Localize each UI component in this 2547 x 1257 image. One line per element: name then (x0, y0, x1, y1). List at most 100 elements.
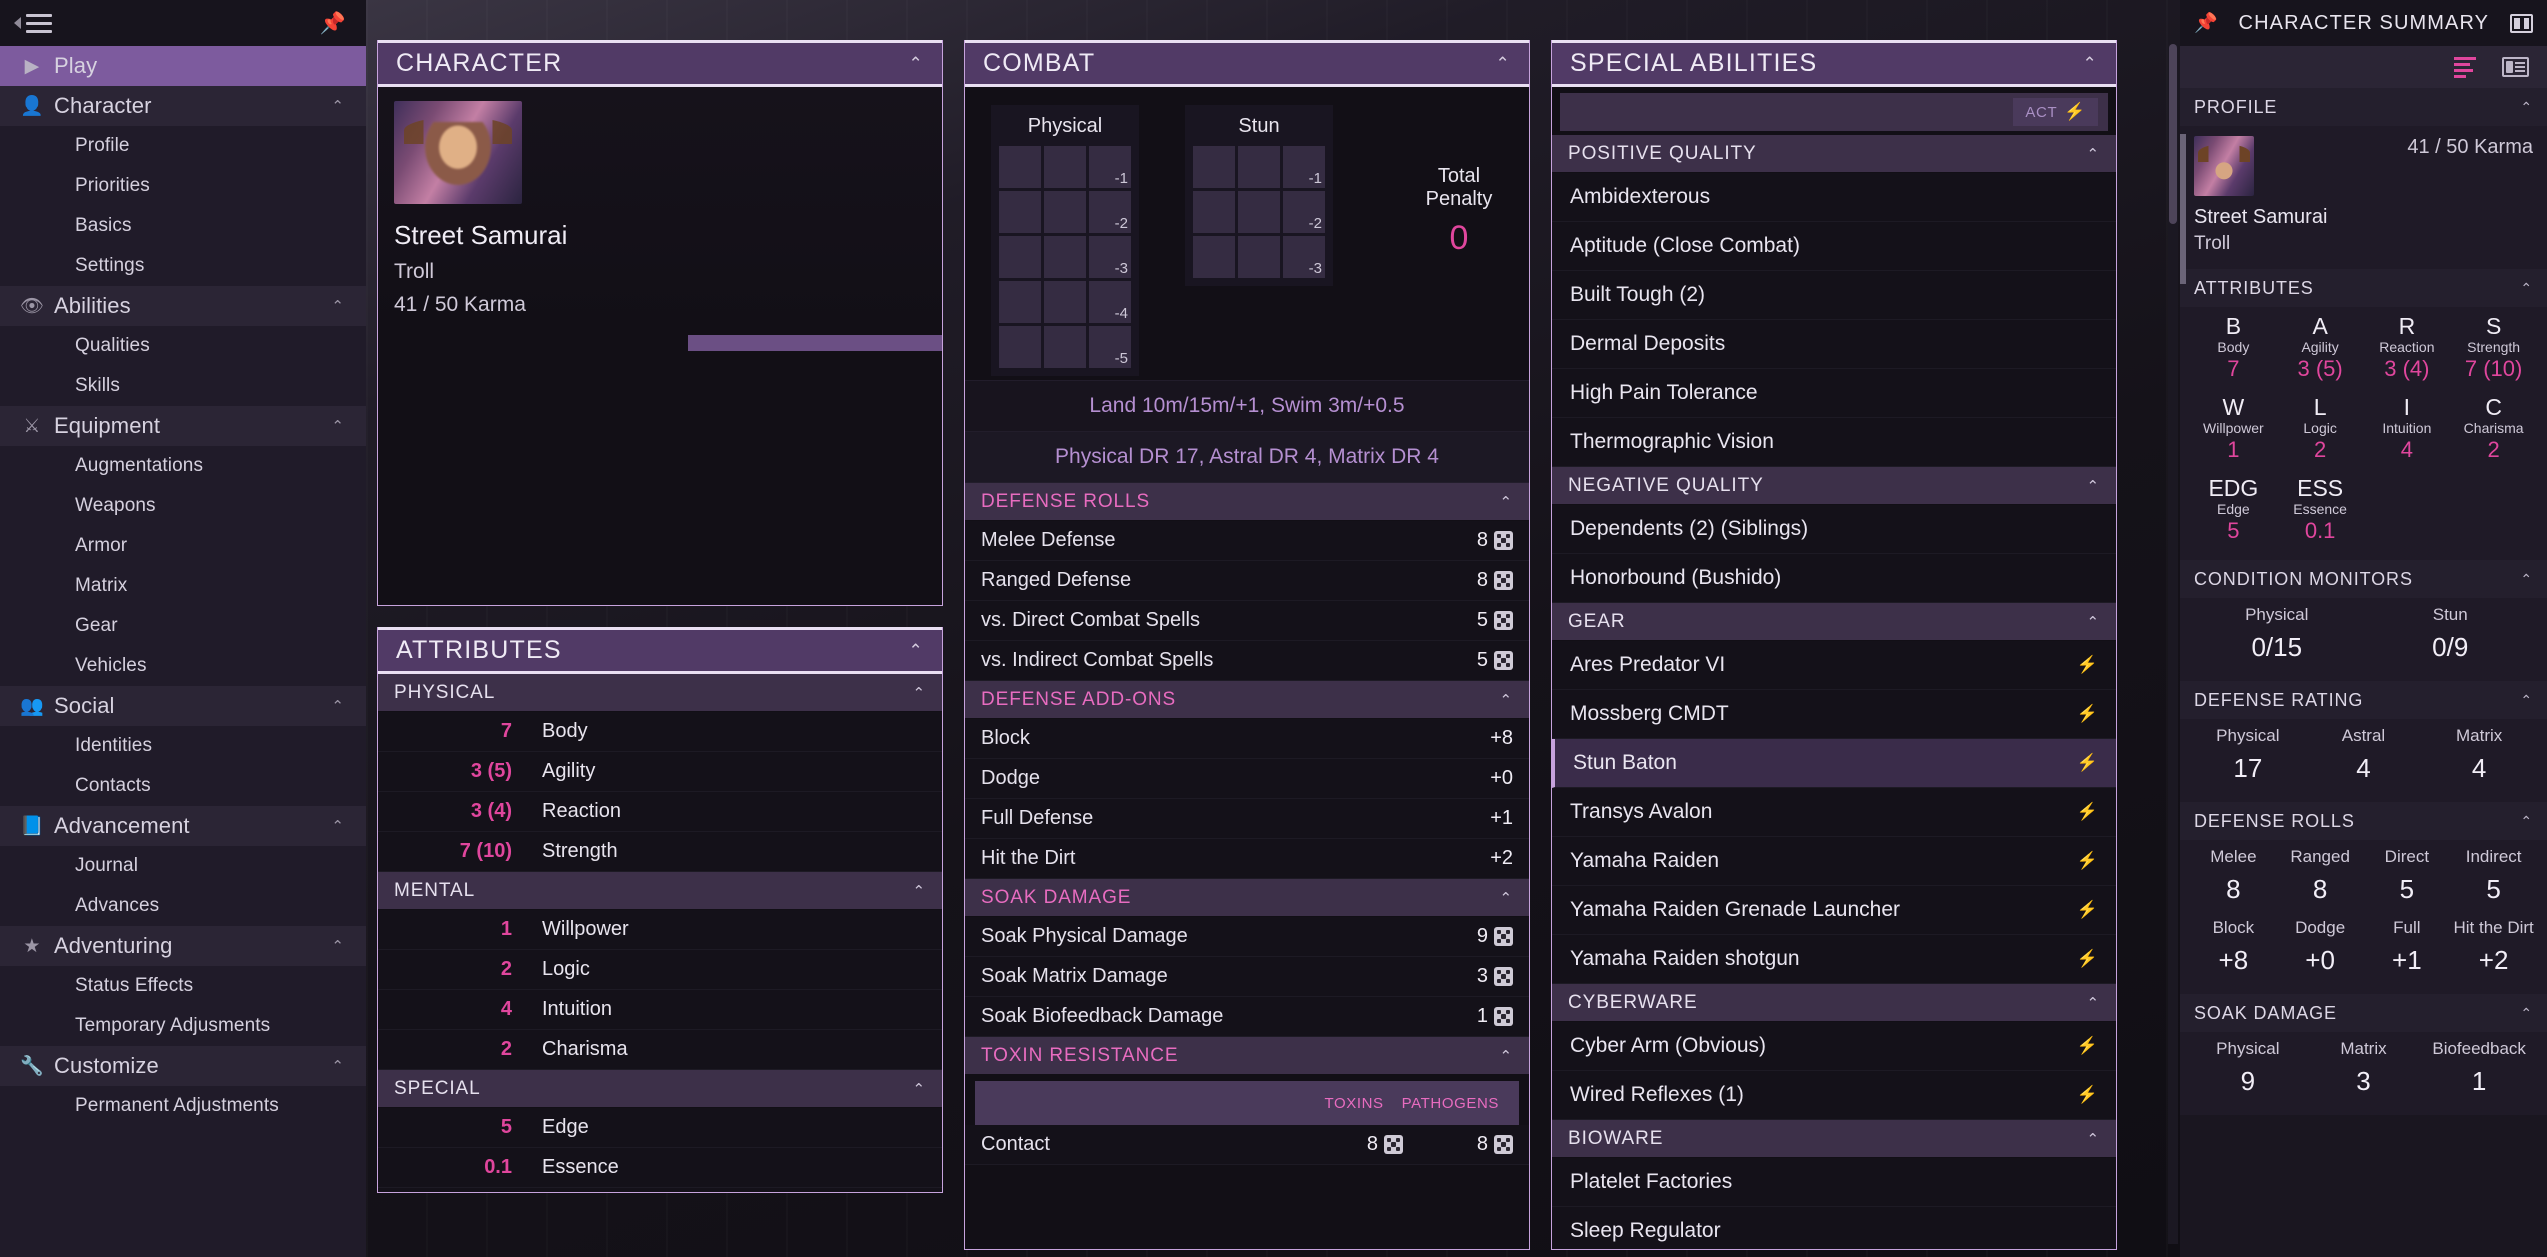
attribute-row[interactable]: 3 (4) Reaction (378, 792, 942, 832)
sidebar-item-qualities[interactable]: Qualities (0, 326, 366, 366)
sidebar-item-armor[interactable]: Armor (0, 526, 366, 566)
stun-track-box[interactable]: -2 (1283, 191, 1325, 233)
attribute-row[interactable]: 3 (5) Agility (378, 752, 942, 792)
sidebar-item-play[interactable]: ▶ Play (0, 46, 366, 86)
ability-row[interactable]: Dermal Deposits (1552, 320, 2116, 369)
summary-attribute-cell[interactable]: A Agility 3 (5) (2277, 313, 2364, 388)
chevron-up-icon[interactable]: ⌃ (2087, 994, 2100, 1012)
combat-row[interactable]: Hit the Dirt +2 (965, 839, 1529, 879)
sidebar-item-abilities[interactable]: 👁 Abilities ⌃ (0, 286, 366, 326)
chevron-up-icon[interactable]: ⌃ (2087, 1130, 2100, 1148)
combat-row[interactable]: Block +8 (965, 719, 1529, 759)
attribute-row[interactable]: 7 (8)+2D6 Initiative (378, 1188, 942, 1192)
ability-row[interactable]: Transys Avalon ⚡ (1552, 788, 2116, 837)
chevron-up-icon[interactable]: ⌃ (913, 684, 926, 702)
stun-track-box[interactable] (1193, 236, 1235, 278)
main-scrollbar[interactable] (2168, 44, 2178, 1244)
sidebar-item-identities[interactable]: Identities (0, 726, 366, 766)
attribute-row[interactable]: 1 Willpower (378, 910, 942, 950)
sidebar-item-character[interactable]: 👤 Character ⌃ (0, 86, 366, 126)
physical-track-boxes[interactable]: -1 -2 -3 -4 -5 (999, 146, 1131, 368)
chevron-up-icon[interactable]: ⌃ (1496, 54, 1511, 74)
chevron-up-icon[interactable]: ⌃ (331, 1057, 344, 1075)
ability-row[interactable]: Platelet Factories (1552, 1158, 2116, 1207)
sidebar-item-profile[interactable]: Profile (0, 126, 366, 166)
physical-track-box[interactable]: -2 (1089, 191, 1131, 233)
ability-row[interactable]: Built Tough (2) (1552, 271, 2116, 320)
chevron-up-icon[interactable]: ⌃ (2083, 54, 2098, 74)
toxin-resistance-header[interactable]: TOXIN RESISTANCE ⌃ (965, 1037, 1529, 1075)
combat-row[interactable]: Melee Defense 8 (965, 521, 1529, 561)
chevron-up-icon[interactable]: ⌃ (909, 54, 924, 74)
combat-row[interactable]: Dodge +0 (965, 759, 1529, 799)
ability-row[interactable]: Aptitude (Close Combat) (1552, 222, 2116, 271)
sidebar-item-matrix[interactable]: Matrix (0, 566, 366, 606)
sidebar-item-temporary-adjusments[interactable]: Temporary Adjusments (0, 1006, 366, 1046)
ability-row[interactable]: Stun Baton ⚡ (1552, 739, 2116, 788)
hamburger-icon[interactable] (14, 13, 52, 33)
bolt-icon[interactable]: ⚡ (2077, 655, 2098, 675)
ability-row[interactable]: High Pain Tolerance (1552, 369, 2116, 418)
sidebar-item-journal[interactable]: Journal (0, 846, 366, 886)
attribute-row[interactable]: 0.1 Essence (378, 1148, 942, 1188)
stun-track-box[interactable] (1238, 146, 1280, 188)
sidebar-item-weapons[interactable]: Weapons (0, 486, 366, 526)
chevron-up-icon[interactable]: ⌃ (331, 417, 344, 435)
physical-track-box[interactable] (999, 146, 1041, 188)
stun-track-box[interactable] (1193, 146, 1235, 188)
ability-section-header[interactable]: BIOWARE ⌃ (1552, 1120, 2116, 1158)
chevron-up-icon[interactable]: ⌃ (1500, 493, 1513, 511)
combat-section-header[interactable]: DEFENSE ADD-ONS ⌃ (965, 681, 1529, 719)
physical-track-box[interactable] (1044, 146, 1086, 188)
ability-row[interactable]: Yamaha Raiden shotgun ⚡ (1552, 935, 2116, 984)
stun-track-box[interactable]: -1 (1283, 146, 1325, 188)
summary-attribute-cell[interactable]: ESS Essence 0.1 (2277, 475, 2364, 550)
pin-icon[interactable]: 📌 (2194, 11, 2218, 35)
physical-track-box[interactable] (1044, 191, 1086, 233)
sidebar-item-social[interactable]: 👥 Social ⌃ (0, 686, 366, 726)
ability-section-header[interactable]: POSITIVE QUALITY ⌃ (1552, 135, 2116, 173)
list-lines-icon[interactable] (2454, 56, 2476, 78)
combat-section-header[interactable]: DEFENSE ROLLS ⌃ (965, 483, 1529, 521)
chevron-up-icon[interactable]: ⌃ (331, 297, 344, 315)
combat-row[interactable]: Ranged Defense 8 (965, 561, 1529, 601)
sidebar-item-adventuring[interactable]: ★ Adventuring ⌃ (0, 926, 366, 966)
summary-scrollbar[interactable] (2180, 134, 2186, 284)
stun-track-box[interactable] (1238, 191, 1280, 233)
summary-attribute-cell[interactable]: R Reaction 3 (4) (2364, 313, 2451, 388)
sidebar-item-gear[interactable]: Gear (0, 606, 366, 646)
ability-row[interactable]: Ambidexterous (1552, 173, 2116, 222)
ability-row[interactable]: Mossberg CMDT ⚡ (1552, 690, 2116, 739)
sidebar-item-advancement[interactable]: 📘 Advancement ⌃ (0, 806, 366, 846)
bolt-icon[interactable]: ⚡ (2077, 949, 2098, 969)
physical-track-box[interactable]: -1 (1089, 146, 1131, 188)
stun-track-box[interactable]: -3 (1283, 236, 1325, 278)
attribute-row[interactable]: 4 Intuition (378, 990, 942, 1030)
summary-section-condition-monitors[interactable]: CONDITION MONITORS ⌃ (2180, 560, 2547, 598)
physical-track-box[interactable] (999, 236, 1041, 278)
ability-row[interactable]: Thermographic Vision (1552, 418, 2116, 467)
sidebar-item-permanent-adjustments[interactable]: Permanent Adjustments (0, 1086, 366, 1126)
ability-row[interactable]: Sleep Regulator (1552, 1207, 2116, 1249)
combat-card-header[interactable]: COMBAT ⌃ (965, 40, 1529, 87)
ability-row[interactable]: Cyber Arm (Obvious) ⚡ (1552, 1022, 2116, 1071)
sidebar-item-priorities[interactable]: Priorities (0, 166, 366, 206)
physical-track-box[interactable] (999, 326, 1041, 368)
attribute-row[interactable]: 7 Body (378, 712, 942, 752)
sidebar-item-equipment[interactable]: ⚔ Equipment ⌃ (0, 406, 366, 446)
attributes-card-header[interactable]: ATTRIBUTES ⌃ (378, 627, 942, 674)
ability-section-header[interactable]: CYBERWARE ⌃ (1552, 984, 2116, 1022)
combat-row[interactable]: Soak Physical Damage 9 (965, 917, 1529, 957)
combat-row[interactable]: Soak Matrix Damage 3 (965, 957, 1529, 997)
summary-attribute-cell[interactable]: W Willpower 1 (2190, 394, 2277, 469)
sidebar-item-contacts[interactable]: Contacts (0, 766, 366, 806)
physical-track-box[interactable] (1044, 326, 1086, 368)
attribute-row[interactable]: 2 Logic (378, 950, 942, 990)
chevron-up-icon[interactable]: ⌃ (331, 937, 344, 955)
chevron-up-icon[interactable]: ⌃ (2520, 280, 2533, 297)
attribute-section-header[interactable]: MENTAL ⌃ (378, 872, 942, 910)
scrollbar-thumb[interactable] (2169, 44, 2177, 224)
ability-row[interactable]: Dependents (2) (Siblings) (1552, 505, 2116, 554)
attribute-section-header[interactable]: PHYSICAL ⌃ (378, 674, 942, 712)
chevron-up-icon[interactable]: ⌃ (2520, 99, 2533, 116)
